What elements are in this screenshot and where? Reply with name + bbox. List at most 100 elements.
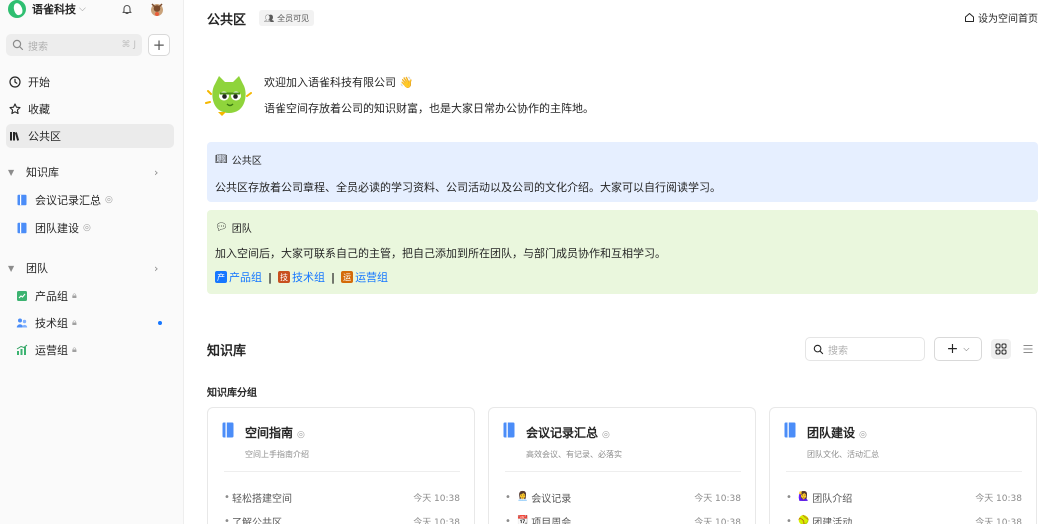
book-icon xyxy=(503,422,515,438)
notice-heading-text: 团队 xyxy=(231,224,252,235)
knowledge-card-title: 会议记录汇总 ◎ xyxy=(526,424,610,441)
knowledge-group-title: 知识库分组 xyxy=(207,388,257,399)
sidebar-search-input[interactable]: 搜索 ⌘ J xyxy=(6,34,142,56)
sidebar-item-team-building[interactable]: 团队建设 ◎ xyxy=(0,216,184,240)
plus-icon: + xyxy=(946,341,959,357)
library-icon xyxy=(10,132,20,141)
team-link-product[interactable]: 产 产品组 xyxy=(215,269,262,285)
team-notice: 💬︎ 团队 加入空间后，大家可联系自己的主管，把自己添加到所在团队，与部门成员协… xyxy=(207,210,1038,294)
divider xyxy=(786,471,1022,472)
sidebar-item-meeting-notes[interactable]: 会议记录汇总 ◎ xyxy=(0,188,184,212)
user-avatar-icon[interactable] xyxy=(148,0,166,18)
book-icon xyxy=(17,222,27,234)
chevron-right-icon[interactable]: › xyxy=(154,166,158,179)
team-link-ops[interactable]: 运 运营组 xyxy=(341,269,388,285)
sidebar-content: 语雀科技 ⌵ 搜索 ⌘ J + 开始 收藏 公共区 ▼ 知识库 › 会议记录汇总… xyxy=(0,0,184,524)
doc-row[interactable]: • 轻松搭建空间 今天 10:38 xyxy=(224,490,460,505)
doc-title: 团建活动 xyxy=(812,517,853,524)
speech-bubble-icon: 💬︎ xyxy=(215,222,228,233)
sidebar-group-label: 团队 xyxy=(26,262,48,275)
team-links: 产 产品组 | 技 技术组 | 运 运营组 xyxy=(215,269,388,285)
chevron-right-icon[interactable]: › xyxy=(154,262,158,275)
doc-title: 了解公共区 xyxy=(232,517,282,524)
grid-view-toggle[interactable] xyxy=(991,339,1011,359)
clock-icon xyxy=(9,76,21,88)
team-badge: 运 xyxy=(341,271,354,283)
sidebar-item-favorites[interactable]: 收藏 xyxy=(0,97,184,121)
doc-title: 轻松搭建空间 xyxy=(232,493,292,505)
search-placeholder: 搜索 xyxy=(828,345,848,357)
caret-down-icon: ▼ xyxy=(8,263,15,273)
lock-icon: 🔒︎ xyxy=(72,318,77,328)
knowledge-section-title: 知识库 xyxy=(207,344,247,359)
doc-title: 会议记录 xyxy=(531,493,572,505)
sidebar-item-start[interactable]: 开始 xyxy=(0,70,184,94)
sidebar-group-knowledge[interactable]: ▼ 知识库 › xyxy=(0,160,184,184)
set-homepage-button[interactable]: 设为空间首页 xyxy=(964,10,1038,25)
sidebar-item-tech-team[interactable]: 技术组 🔒︎ xyxy=(0,311,184,335)
ball-icon: 🥎 xyxy=(798,516,810,524)
sidebar-group-team[interactable]: ▼ 团队 › xyxy=(0,256,184,280)
bullet: • xyxy=(505,491,511,503)
doc-time: 今天 10:38 xyxy=(413,493,460,504)
knowledge-card[interactable]: 空间指南 ◎ 空间上手指南介绍 • 轻松搭建空间 今天 10:38 • 了解公共区… xyxy=(207,407,475,524)
link-separator: | xyxy=(268,270,273,284)
unread-dot xyxy=(158,321,162,325)
sidebar-item-label: 团队建设 xyxy=(35,222,79,235)
sidebar-item-ops-team[interactable]: 运营组 🔒︎ xyxy=(0,338,184,362)
link-separator: | xyxy=(331,270,336,284)
doc-row[interactable]: • 🥎 团建活动 今天 10:38 xyxy=(786,514,1022,524)
book-icon xyxy=(784,422,796,438)
notice-heading: 📖︎ 公共区 xyxy=(215,152,262,167)
divider xyxy=(505,471,741,472)
sidebar-item-public[interactable]: 公共区 xyxy=(0,124,184,148)
shared-icon: ◎ xyxy=(105,195,113,205)
doc-title: 项目周会 xyxy=(531,517,572,524)
plus-icon: + xyxy=(152,36,166,54)
doc-row[interactable]: • 👩‍💼 会议记录 今天 10:38 xyxy=(505,490,741,505)
set-homepage-label: 设为空间首页 xyxy=(978,14,1038,25)
knowledge-card[interactable]: 团队建设 ◎ 团队文化、活动汇总 • 🙋‍♀️ 团队介绍 今天 10:38 • 🥎… xyxy=(769,407,1037,524)
team-link-label: 产品组 xyxy=(229,271,262,284)
shared-icon: ◎ xyxy=(83,223,91,233)
search-icon xyxy=(813,344,824,354)
bullet: • xyxy=(505,515,511,524)
visibility-badge[interactable]: 👥︎ 全员可见 xyxy=(259,10,315,26)
add-button[interactable]: + xyxy=(148,34,170,56)
knowledge-search-input[interactable]: 搜索 xyxy=(805,337,925,361)
star-icon xyxy=(9,103,21,115)
doc-time: 今天 10:38 xyxy=(413,517,460,524)
bell-icon[interactable] xyxy=(120,2,134,16)
notice-heading-text: 公共区 xyxy=(231,156,262,167)
calendar-icon: 📆 xyxy=(517,516,529,524)
caret-down-icon: ▼ xyxy=(8,167,15,177)
lock-icon: 🔒︎ xyxy=(72,291,77,301)
shared-icon: ◎ xyxy=(602,430,610,440)
search-shortcut: ⌘ J xyxy=(121,40,136,50)
knowledge-card-description: 团队文化、活动汇总 xyxy=(807,450,879,459)
main-content: 公共区 👥︎ 全员可见 设为空间首页 欢迎加入语雀科技有限公司 👋 语雀空间存放… xyxy=(185,0,1048,524)
bullet: • xyxy=(224,515,230,524)
doc-time: 今天 10:38 xyxy=(694,517,741,524)
person-raising-hand-icon: 🙋‍♀️ xyxy=(798,492,810,502)
team-link-label: 运营组 xyxy=(355,271,389,284)
team-badge: 技 xyxy=(278,271,291,283)
knowledge-card-title: 空间指南 ◎ xyxy=(245,424,305,441)
chevron-down-icon: ⌵ xyxy=(79,4,86,14)
doc-row[interactable]: • 🙋‍♀️ 团队介绍 今天 10:38 xyxy=(786,490,1022,505)
knowledge-card[interactable]: 会议记录汇总 ◎ 高效会议、有记录、必落实 • 👩‍💼 会议记录 今天 10:38… xyxy=(488,407,756,524)
doc-row[interactable]: • 📆 项目周会 今天 10:38 xyxy=(505,514,741,524)
notice-heading: 💬︎ 团队 xyxy=(215,220,252,235)
add-knowledge-button[interactable]: + ⌵ xyxy=(934,337,982,361)
team-badge: 产 xyxy=(215,271,227,283)
team-link-tech[interactable]: 技 技术组 xyxy=(278,269,325,285)
chart-board-icon xyxy=(17,291,27,301)
workspace-logo-icon xyxy=(8,0,26,18)
businesswoman-icon: 👩‍💼 xyxy=(517,492,529,502)
welcome-description: 语雀空间存放着公司的知识财富，也是大家日常办公协作的主阵地。 xyxy=(264,102,594,115)
knowledge-card-description: 空间上手指南介绍 xyxy=(245,450,309,459)
sidebar-item-product-team[interactable]: 产品组 🔒︎ xyxy=(0,284,184,308)
sidebar-item-label: 技术组 xyxy=(35,317,68,330)
list-view-toggle[interactable] xyxy=(1018,339,1038,359)
doc-row[interactable]: • 了解公共区 今天 10:38 xyxy=(224,514,460,524)
